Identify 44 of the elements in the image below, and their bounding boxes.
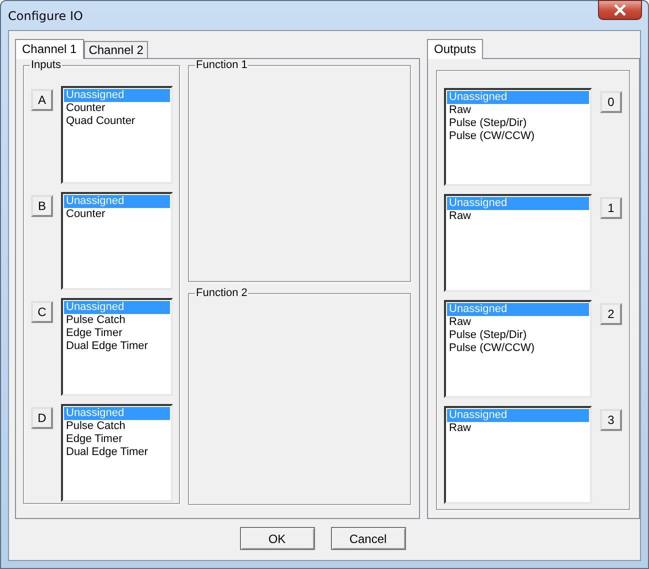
list-item[interactable]: Raw [447,316,589,329]
pin-button[interactable]: D [31,407,53,429]
list-box[interactable]: Unassigned Counter [61,192,173,290]
list-box[interactable]: Unassigned Raw [444,194,592,292]
list-box[interactable]: Unassigned Counter Quad Counter [61,86,173,184]
list-item[interactable]: Counter [64,102,170,115]
pin-button[interactable]: B [31,195,53,217]
list-box[interactable]: Unassigned Raw [444,406,592,504]
list-item[interactable]: Edge Timer [64,327,170,340]
list-item[interactable]: Counter [64,208,170,221]
close-icon [613,4,627,16]
list-box[interactable]: Unassigned Raw Pulse (Step/Dir) Pulse (CW/CCW) [444,88,592,186]
list-item[interactable]: Pulse Catch [64,314,170,327]
group-label: Function 1 [195,59,248,71]
pin-button[interactable]: 1 [600,197,622,219]
list-item[interactable]: Pulse (Step/Dir) [447,329,589,342]
list-item[interactable]: Dual Edge Timer [64,340,170,353]
tab[interactable]: Outputs [427,39,484,59]
dialog-button[interactable]: Cancel [330,527,406,550]
list-item[interactable]: Pulse Catch [64,420,170,433]
close-button[interactable] [598,0,642,20]
group-label: Inputs [30,59,62,71]
list-box[interactable]: Unassigned Pulse Catch Edge Timer Dual Edge Timer [61,298,173,396]
list-item[interactable]: Quad Counter [64,115,170,128]
pin-button[interactable]: A [31,89,53,111]
tab[interactable]: Channel 2 [84,41,148,58]
pin-button[interactable]: C [31,301,53,323]
list-box[interactable]: Unassigned Raw Pulse (Step/Dir) Pulse (CW/CCW) [444,300,592,398]
pin-button[interactable]: 2 [600,303,622,325]
list-item[interactable]: Pulse (CW/CCW) [447,130,589,143]
window-title: Configure IO [8,9,83,23]
list-box[interactable]: Unassigned Pulse Catch Edge Timer Dual Edge Timer [61,404,173,502]
tab[interactable]: Channel 1 [15,39,84,59]
list-item[interactable]: Dual Edge Timer [64,446,170,459]
list-item[interactable]: Raw [447,104,589,117]
list-item[interactable]: Raw [447,422,589,435]
pin-button[interactable]: 3 [600,409,622,431]
list-item[interactable]: Edge Timer [64,433,170,446]
dialog-button[interactable]: OK [240,527,314,550]
list-item[interactable]: Pulse (CW/CCW) [447,342,589,355]
list-item[interactable]: Pulse (Step/Dir) [447,117,589,130]
pin-button[interactable]: 0 [600,91,622,113]
list-item[interactable]: Raw [447,210,589,223]
group-label: Function 2 [195,287,248,299]
